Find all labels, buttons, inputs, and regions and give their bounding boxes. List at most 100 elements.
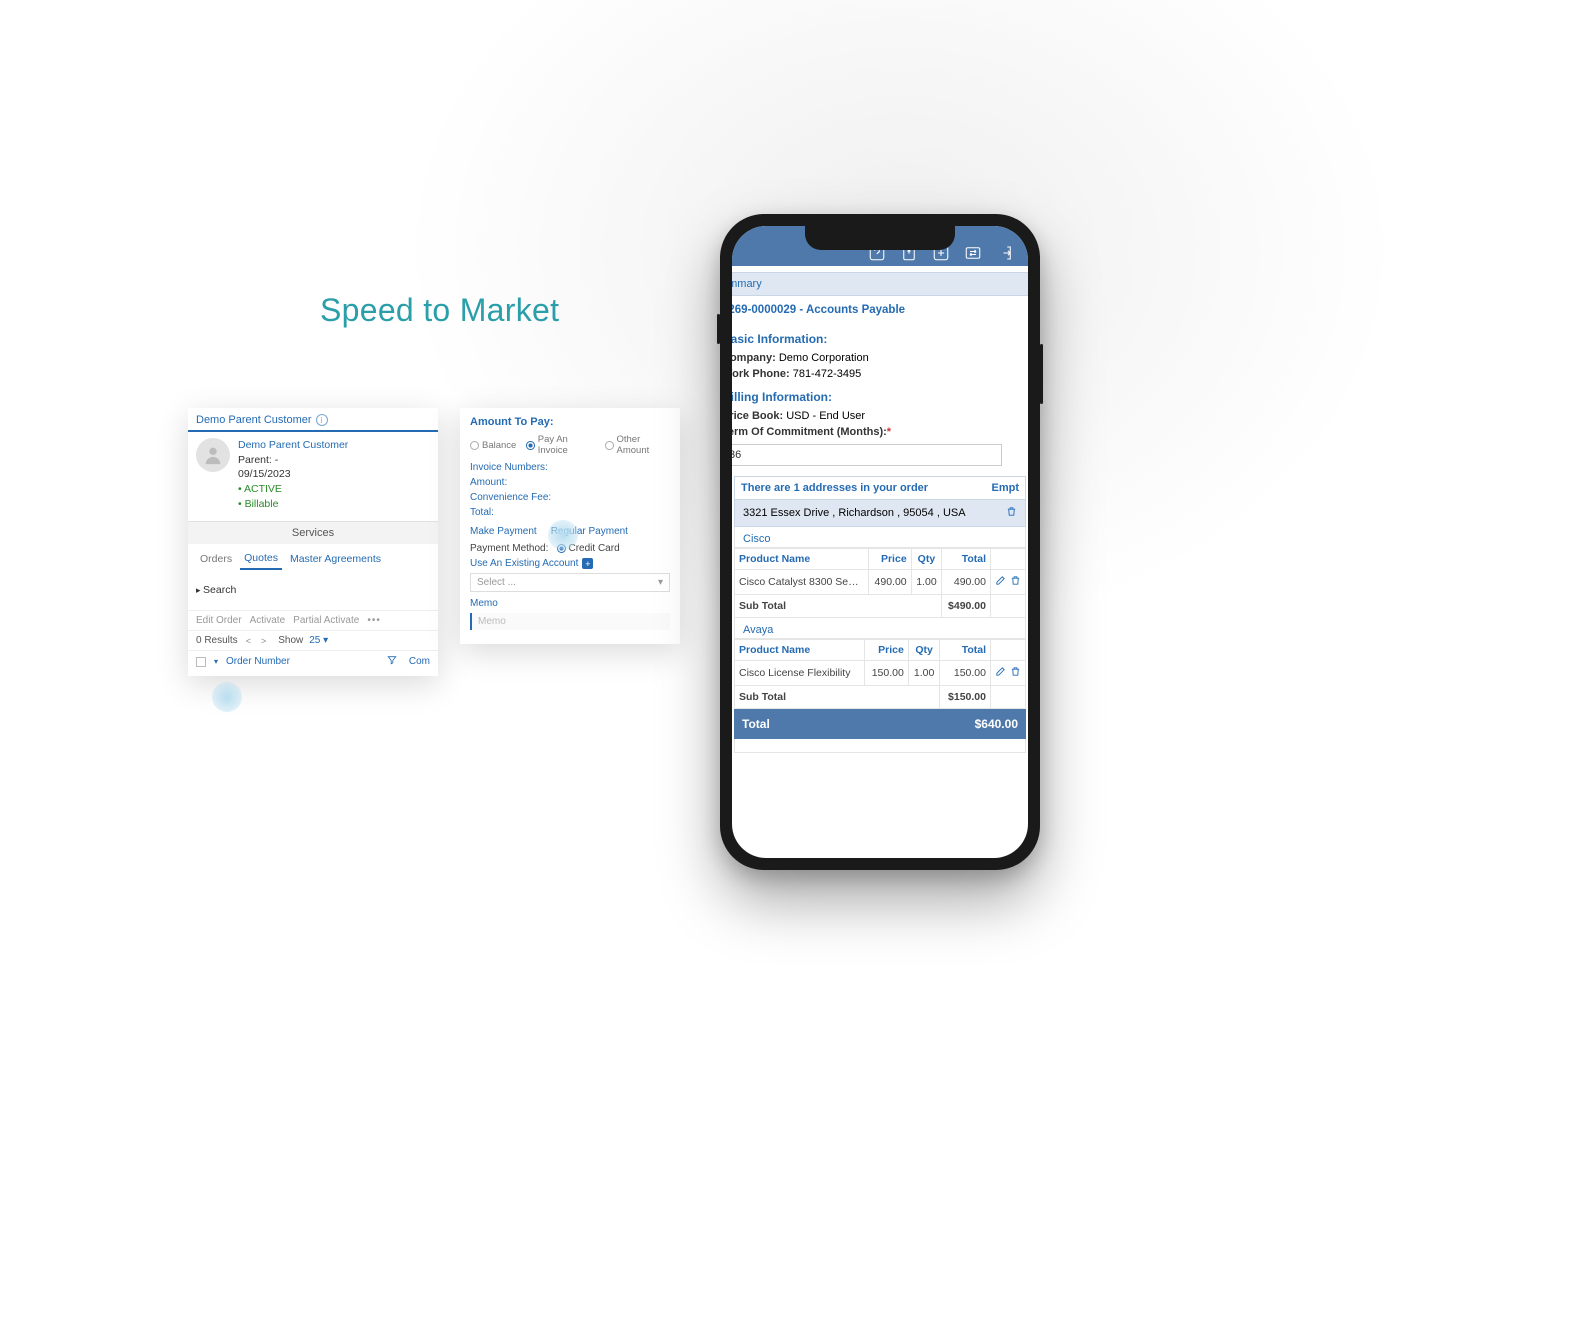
edit-order-button[interactable]: Edit Order: [196, 615, 242, 626]
activate-button[interactable]: Activate: [250, 615, 286, 626]
account-link[interactable]: 2269-0000029 - Accounts Payable: [732, 296, 1028, 324]
highlight-circle: [548, 520, 578, 550]
make-payment-tab[interactable]: Make Payment: [470, 526, 537, 537]
billing-info-header: Billing Information:: [732, 382, 1028, 408]
col-price[interactable]: Price: [864, 640, 908, 661]
phone-frame: ummary 2269-0000029 - Accounts Payable B…: [720, 214, 1040, 870]
show-label: Show: [278, 635, 303, 646]
info-icon[interactable]: i: [316, 414, 328, 426]
customer-panel-title: Demo Parent Customer: [196, 414, 312, 426]
tab-master-agreements[interactable]: Master Agreements: [286, 553, 385, 569]
radio-balance[interactable]: Balance: [470, 434, 516, 456]
summary-section-bar[interactable]: ummary: [732, 272, 1028, 296]
column-com[interactable]: Com: [409, 656, 430, 667]
total-label: Total: [742, 717, 770, 731]
line-item-row: Cisco Catalyst 8300 Series ... 490.00 1.…: [735, 570, 1026, 595]
transfer-icon[interactable]: [964, 244, 982, 262]
total-label: Total:: [470, 507, 670, 518]
memo-input[interactable]: Memo: [470, 613, 670, 630]
address-text: 3321 Essex Drive , Richardson , 95054 , …: [743, 507, 966, 519]
page-size-select[interactable]: 25 ▾: [309, 635, 328, 646]
subtotal-row: Sub Total $150.00: [735, 686, 1026, 709]
select-placeholder: Select ...: [477, 577, 516, 588]
sort-icon[interactable]: ▾: [214, 657, 218, 666]
avatar: [196, 438, 230, 472]
vendor-name: Avaya: [734, 618, 1026, 639]
use-existing-account-label: Use An Existing Account: [470, 558, 578, 569]
chevron-down-icon: ▾: [658, 577, 663, 588]
tab-quotes[interactable]: Quotes: [240, 552, 282, 570]
work-phone-label: Work Phone:: [732, 368, 790, 380]
partial-activate-button[interactable]: Partial Activate: [293, 615, 359, 626]
address-count-text: There are 1 addresses in your order: [741, 482, 928, 494]
next-page-icon[interactable]: >: [259, 636, 268, 646]
col-total[interactable]: Total: [940, 640, 991, 661]
term-commitment-input[interactable]: 36: [732, 444, 1002, 466]
col-price[interactable]: Price: [868, 549, 911, 570]
item-price: 150.00: [864, 661, 908, 686]
col-qty[interactable]: Qty: [911, 549, 942, 570]
more-icon[interactable]: •••: [367, 615, 381, 626]
customer-status: ACTIVE: [238, 482, 348, 497]
work-phone-value: 781-472-3495: [793, 368, 862, 380]
customer-billable: Billable: [238, 497, 348, 512]
customer-panel: Demo Parent Customer i Demo Parent Custo…: [188, 408, 438, 676]
amount-label: Amount:: [470, 477, 670, 488]
customer-parent: Parent: -: [238, 453, 348, 468]
item-total: 490.00: [942, 570, 991, 595]
pencil-icon[interactable]: [995, 666, 1006, 680]
logout-icon[interactable]: [996, 244, 1014, 262]
price-book-value: USD - End User: [786, 410, 865, 422]
price-book-label: Price Book:: [732, 410, 783, 422]
radio-other-amount[interactable]: Other Amount: [605, 434, 670, 456]
subtotal-row: Sub Total $490.00: [735, 595, 1026, 618]
item-name: Cisco Catalyst 8300 Series ...: [739, 576, 859, 588]
column-order-number[interactable]: Order Number: [226, 656, 290, 667]
customer-date: 09/15/2023: [238, 467, 348, 482]
order-table: Product Name Price Qty Total Cisco Licen…: [734, 639, 1026, 709]
customer-name: Demo Parent Customer: [238, 438, 348, 453]
address-row[interactable]: 3321 Essex Drive , Richardson , 95054 , …: [734, 499, 1026, 527]
tab-orders[interactable]: Orders: [196, 553, 236, 569]
payment-method-value: Credit Card: [569, 543, 620, 554]
item-name: Cisco License Flexibility: [739, 667, 850, 679]
phone-notch: [805, 226, 955, 250]
results-count: 0 Results: [196, 635, 238, 646]
convenience-fee-label: Convenience Fee:: [470, 492, 670, 503]
line-item-row: Cisco License Flexibility 150.00 1.00 15…: [735, 661, 1026, 686]
company-value: Demo Corporation: [779, 352, 869, 364]
basic-info-header: Basic Information:: [732, 324, 1028, 350]
col-product-name[interactable]: Product Name: [735, 549, 869, 570]
select-all-checkbox[interactable]: [196, 657, 206, 667]
col-qty[interactable]: Qty: [908, 640, 940, 661]
trash-icon[interactable]: [1006, 506, 1017, 520]
col-total[interactable]: Total: [942, 549, 991, 570]
services-tab[interactable]: Services: [188, 521, 438, 544]
payment-method-label: Payment Method:: [470, 543, 548, 554]
payment-panel: Amount To Pay: Balance Pay An Invoice Ot…: [460, 408, 680, 644]
col-product-name[interactable]: Product Name: [735, 640, 865, 661]
trash-icon[interactable]: [1010, 666, 1021, 680]
order-total-row: Total $640.00: [734, 709, 1026, 739]
trash-icon[interactable]: [1010, 575, 1021, 589]
customer-panel-header: Demo Parent Customer i: [188, 408, 438, 432]
radio-pay-invoice[interactable]: Pay An Invoice: [526, 434, 595, 456]
empty-link[interactable]: Empt: [992, 482, 1020, 494]
plus-icon[interactable]: +: [582, 558, 593, 569]
page-title: Speed to Market: [320, 292, 559, 329]
term-commitment-label: Term Of Commitment (Months):: [732, 426, 891, 438]
item-total: 150.00: [940, 661, 991, 686]
filter-icon[interactable]: [387, 655, 397, 668]
search-expander[interactable]: Search: [196, 580, 430, 600]
pencil-icon[interactable]: [995, 575, 1006, 589]
existing-account-select[interactable]: Select ... ▾: [470, 573, 670, 592]
company-label: Company:: [732, 352, 776, 364]
person-icon: [202, 444, 224, 466]
address-count-bar: There are 1 addresses in your order Empt: [734, 476, 1026, 499]
item-qty: 1.00: [908, 661, 940, 686]
invoice-numbers-label: Invoice Numbers:: [470, 462, 670, 473]
prev-page-icon[interactable]: <: [244, 636, 253, 646]
amount-to-pay-label: Amount To Pay:: [470, 416, 670, 428]
order-table: Product Name Price Qty Total Cisco Catal…: [734, 548, 1026, 618]
total-value: $640.00: [975, 717, 1018, 731]
